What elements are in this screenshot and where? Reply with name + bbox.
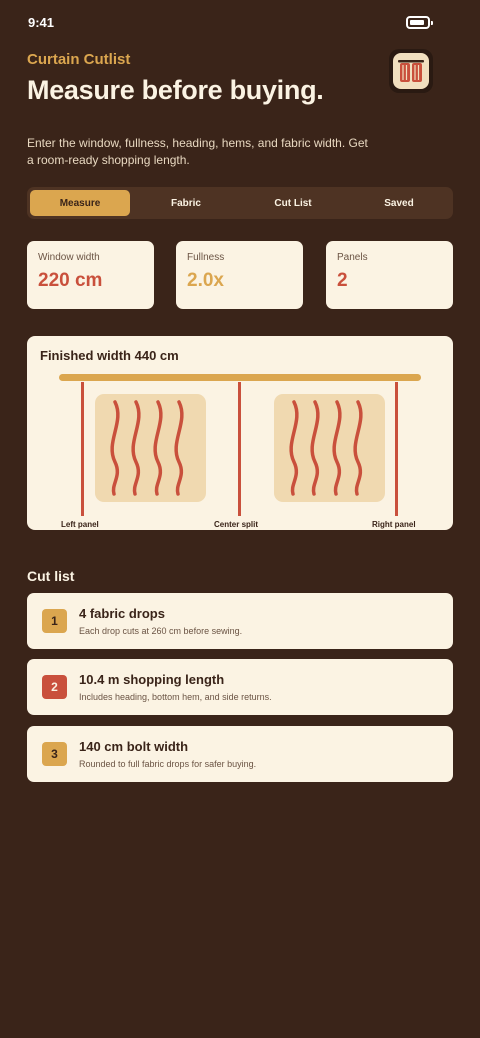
battery-icon [406, 16, 433, 29]
tab-cut-list[interactable]: Cut List [243, 190, 343, 216]
stat-label: Window width [38, 252, 100, 263]
cut-item-title: 140 cm bolt width [79, 739, 189, 754]
step-badge: 1 [42, 609, 67, 633]
list-item[interactable]: 2 10.4 m shopping length Includes headin… [27, 659, 453, 715]
cut-item-title: 10.4 m shopping length [79, 672, 225, 687]
cut-item-description: Includes heading, bottom hem, and side r… [79, 692, 272, 702]
cut-item-description: Rounded to full fabric drops for safer b… [79, 759, 257, 769]
step-badge: 2 [42, 675, 67, 699]
stat-label: Panels [337, 252, 368, 263]
cut-item-description: Each drop cuts at 260 cm before sewing. [79, 626, 243, 636]
fullness-card[interactable]: Fullness 2.0x [176, 241, 303, 309]
app-name: Curtain Cutlist [27, 51, 131, 68]
cut-item-title: 4 fabric drops [79, 606, 165, 621]
curtain-icon [389, 49, 433, 93]
stat-value: 220 cm [38, 270, 103, 291]
left-track [81, 382, 84, 516]
stat-label: Fullness [187, 252, 225, 263]
step-badge: 3 [42, 742, 67, 766]
curtain-preview: Finished width 440 cm Left panel Center … [27, 336, 453, 530]
right-track [395, 382, 398, 516]
right-panel-label: Right panel [372, 520, 416, 529]
page-title: Measure before buying. [27, 75, 324, 105]
tab-fabric[interactable]: Fabric [136, 190, 236, 216]
cut-list-title: Cut list [27, 568, 75, 584]
curtain-rod [59, 374, 421, 381]
center-split-label: Center split [214, 520, 259, 529]
tab-measure[interactable]: Measure [30, 190, 130, 216]
intro-text: Enter the window, fullness, heading, hem… [27, 136, 368, 167]
status-bar: 9:41 [0, 0, 480, 44]
status-time: 9:41 [28, 15, 55, 30]
stat-value: 2.0x [187, 270, 224, 291]
list-item[interactable]: 3 140 cm bolt width Rounded to full fabr… [27, 726, 453, 782]
curtain-diagram [59, 374, 421, 516]
segmented-tabs: Measure Fabric Cut List Saved [27, 187, 453, 219]
panels-card[interactable]: Panels 2 [326, 241, 453, 309]
tab-saved[interactable]: Saved [349, 190, 449, 216]
stat-value: 2 [337, 270, 348, 291]
list-item[interactable]: 1 4 fabric drops Each drop cuts at 260 c… [27, 593, 453, 649]
left-panel-label: Left panel [61, 520, 99, 529]
window-width-card[interactable]: Window width 220 cm [27, 241, 154, 309]
center-track [238, 382, 241, 516]
